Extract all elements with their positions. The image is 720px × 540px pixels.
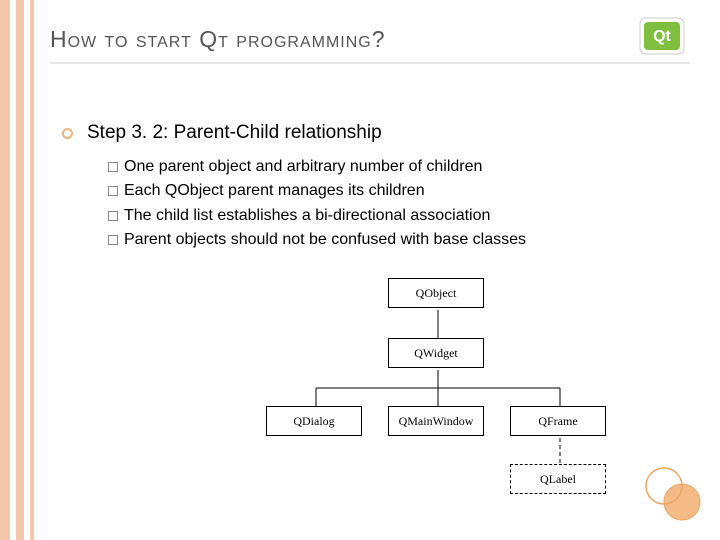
slide-heading: How to start Qt programming?: [50, 26, 386, 53]
sub-bullet-list: One parent object and arbitrary number o…: [108, 156, 650, 254]
corner-circles-icon: [642, 466, 702, 526]
step-line: Step 3. 2: Parent-Child relationship: [62, 122, 382, 144]
stripe-3: [30, 0, 34, 540]
list-item: Each QObject parent manages its children: [108, 180, 650, 202]
bullet-text: The child list establishes a bi-directio…: [124, 207, 490, 224]
class-diagram: QObject QWidget QDialog QMainWindow QFra…: [258, 278, 618, 508]
list-item: Parent objects should not be confused wi…: [108, 229, 650, 251]
box-bullet-icon: [108, 211, 118, 221]
step-text: Step 3. 2: Parent-Child relationship: [87, 122, 382, 144]
slide: Qt How to start Qt programming? Step 3. …: [0, 0, 720, 540]
svg-text:Qt: Qt: [653, 28, 671, 45]
box-bullet-icon: [108, 162, 118, 172]
node-qmainwindow: QMainWindow: [388, 406, 484, 436]
node-qobject: QObject: [388, 278, 484, 308]
bullet-text: One parent object and arbitrary number o…: [124, 158, 482, 175]
list-item: The child list establishes a bi-directio…: [108, 205, 650, 227]
stripe-1: [0, 0, 10, 540]
node-qframe: QFrame: [510, 406, 606, 436]
list-item: One parent object and arbitrary number o…: [108, 156, 650, 178]
box-bullet-icon: [108, 235, 118, 245]
bullet-text: Parent objects should not be confused wi…: [124, 231, 526, 248]
circle-bullet-icon: [62, 128, 73, 139]
node-qlabel: QLabel: [510, 464, 606, 494]
node-qdialog: QDialog: [266, 406, 362, 436]
heading-rule: [50, 62, 690, 64]
bullet-text: Each QObject parent manages its children: [124, 182, 425, 199]
node-qwidget: QWidget: [388, 338, 484, 368]
stripe-2: [16, 0, 24, 540]
qt-logo-icon: Qt: [638, 16, 686, 60]
box-bullet-icon: [108, 186, 118, 196]
